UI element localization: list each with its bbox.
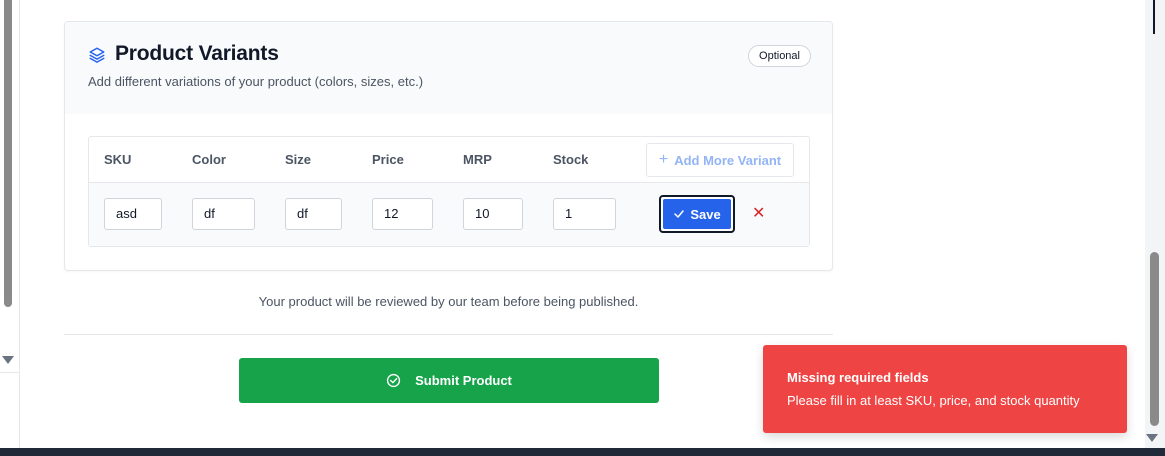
left-pane <box>0 0 20 448</box>
scroll-down-arrow-icon[interactable] <box>2 356 14 364</box>
table-row: asd df df 12 10 1 Save ✕ <box>89 183 809 246</box>
column-header-mrp: MRP <box>463 152 492 167</box>
left-divider <box>0 372 19 373</box>
section-title: Product Variants <box>115 42 279 65</box>
variants-table: SKU Color Size Price MRP Stock + Add Mor… <box>88 136 810 247</box>
check-icon <box>674 210 685 218</box>
column-header-size: Size <box>285 152 312 167</box>
right-scrollbar[interactable] <box>1145 0 1165 448</box>
price-input[interactable]: 12 <box>372 198 433 230</box>
card-header: Product Variants Add different variation… <box>65 22 832 114</box>
submit-product-label: Submit Product <box>415 373 512 388</box>
save-button[interactable]: Save <box>659 195 735 233</box>
plus-icon: + <box>658 151 669 168</box>
add-more-variant-button[interactable]: + Add More Variant <box>646 143 794 177</box>
error-toast[interactable]: Missing required fields Please fill in a… <box>763 345 1127 433</box>
submit-product-button[interactable]: Submit Product <box>239 358 659 403</box>
size-input[interactable]: df <box>285 198 342 230</box>
bottom-bar <box>0 448 1165 456</box>
column-header-color: Color <box>192 152 226 167</box>
layers-icon <box>89 47 105 63</box>
table-header: SKU Color Size Price MRP Stock + Add Mor… <box>89 137 809 183</box>
close-icon[interactable]: ✕ <box>752 203 765 223</box>
right-scrollbar-thumb[interactable] <box>1150 252 1159 426</box>
mrp-input[interactable]: 10 <box>463 198 523 230</box>
column-header-price: Price <box>372 152 404 167</box>
scroll-down-arrow-icon[interactable] <box>1146 434 1158 442</box>
product-variants-card: Product Variants Add different variation… <box>64 21 833 271</box>
toast-title: Missing required fields <box>787 370 929 385</box>
color-input[interactable]: df <box>192 198 255 230</box>
sku-input[interactable]: asd <box>104 198 162 230</box>
add-more-variant-label: Add More Variant <box>674 152 782 168</box>
section-subtitle: Add different variations of your product… <box>88 74 424 89</box>
save-label: Save <box>690 206 721 222</box>
column-header-sku: SKU <box>104 152 132 167</box>
left-scrollbar-thumb[interactable] <box>4 0 12 307</box>
column-header-stock: Stock <box>553 152 589 167</box>
check-circle-icon <box>386 373 401 388</box>
divider <box>64 334 833 335</box>
scrollbar-top-line <box>1153 0 1155 34</box>
stock-input[interactable]: 1 <box>553 198 616 230</box>
optional-badge: Optional <box>748 45 811 67</box>
review-note: Your product will be reviewed by our tea… <box>258 294 639 309</box>
toast-message: Please fill in at least SKU, price, and … <box>787 393 1080 408</box>
